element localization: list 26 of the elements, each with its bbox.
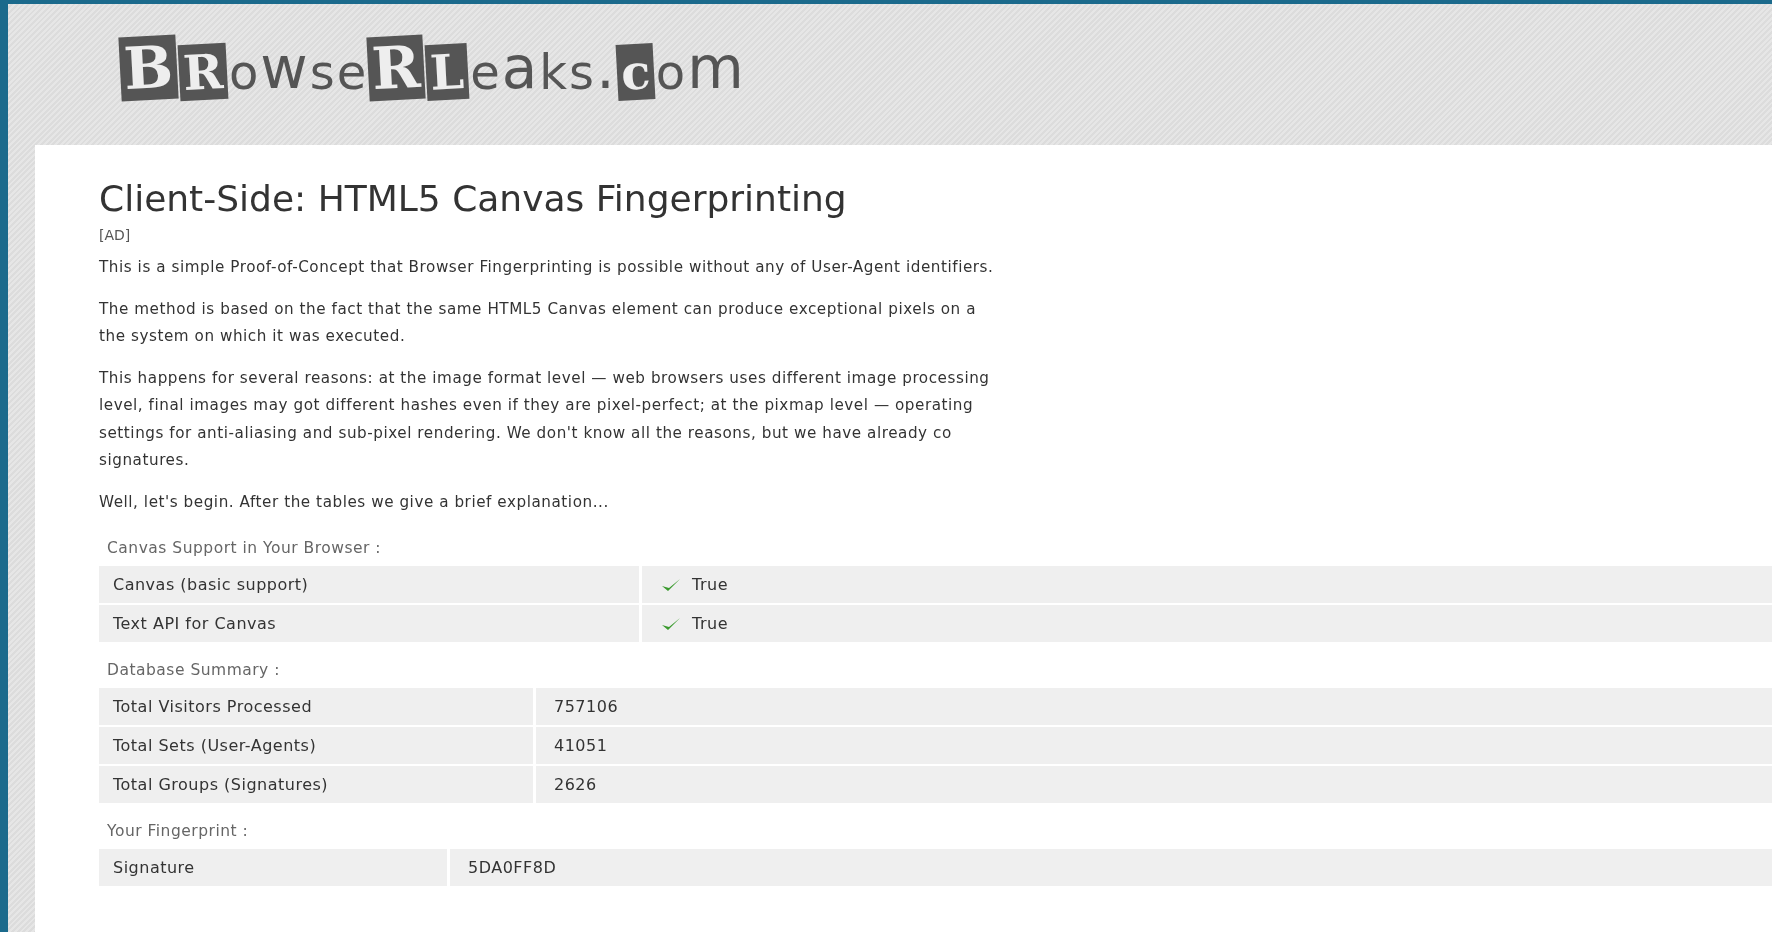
cell-value: True <box>692 612 728 635</box>
cell-value: 41051 <box>554 734 608 757</box>
paragraph-line: settings for anti-aliasing and sub-pixel rendering. We don't know all the reasons, but we have already co <box>99 422 952 444</box>
logo[interactable]: BRowseRLeaks.com <box>120 35 744 100</box>
cell-value: 757106 <box>554 695 619 718</box>
table-cell: Text API for Canvas <box>99 605 639 642</box>
paragraph-line: This happens for several reasons: at the image format level — web browsers uses different image processing <box>99 367 990 389</box>
section-label: Database Summary : <box>106 660 280 681</box>
ad-label: [AD] <box>99 226 131 245</box>
cell-value: True <box>692 573 728 596</box>
paragraph-line: the system on which it was executed. <box>99 326 406 347</box>
paragraph-line: Well, let's begin. After the tables we give a brief explanation... <box>99 491 609 513</box>
table-cell: Signature <box>99 849 447 886</box>
cell-value: 2626 <box>554 773 597 796</box>
table-cell: Canvas (basic support) <box>99 566 639 603</box>
table-cell: Total Groups (Signatures) <box>99 766 533 803</box>
paragraph-line: This is a simple Proof-of-Concept that Browser Fingerprinting is possible without any of User-Agent identifiers. <box>99 257 994 278</box>
paragraph-line: signatures. <box>99 450 190 471</box>
table-cell: Total Visitors Processed <box>99 688 533 725</box>
cell-value: 5DA0FF8D <box>468 856 557 879</box>
section-label: Canvas Support in Your Browser : <box>106 538 382 559</box>
section-label: Your Fingerprint : <box>106 821 249 842</box>
paragraph-line: The method is based on the fact that the same HTML5 Canvas element can produce exceptional pixels on a <box>99 298 976 320</box>
page-title: Client-Side: HTML5 Canvas Fingerprinting <box>99 177 848 221</box>
paragraph-line: level, final images may got different hashes even if they are pixel-perfect; at the pixmap level — operating <box>99 395 974 416</box>
table-cell: Total Sets (User-Agents) <box>99 727 533 764</box>
